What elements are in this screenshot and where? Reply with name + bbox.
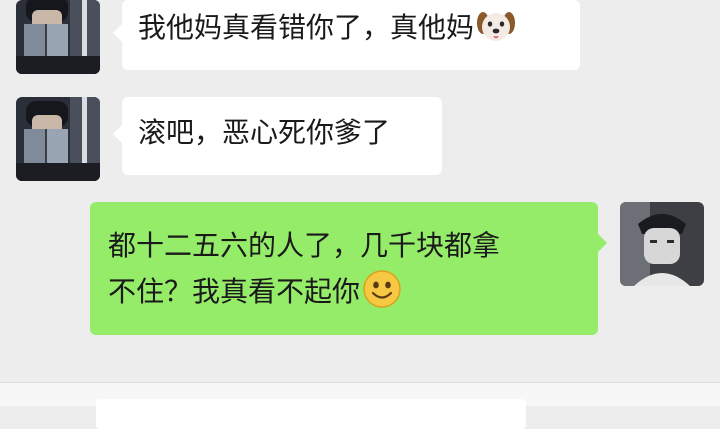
contact-avatar[interactable] xyxy=(16,0,100,74)
bubble-tail xyxy=(598,234,607,252)
message-text-line-2: 不住？我真看不起你 xyxy=(108,275,361,308)
incoming-message-bubble[interactable]: 我他妈真看错你了，真他妈 xyxy=(113,0,580,70)
outgoing-message-bubble[interactable]: 都十二五六的人了，几千块都拿 不住？我真看不起你 xyxy=(90,202,607,335)
incoming-message-bubble[interactable]: 滚吧，恶心死你爹了 xyxy=(113,97,442,175)
message-input[interactable] xyxy=(96,399,526,429)
contact-avatar[interactable] xyxy=(16,97,100,181)
message-text-line-1: 都十二五六的人了，几千块都拿 xyxy=(108,229,501,262)
smiling-face-emoji-icon xyxy=(362,269,402,323)
message-text: 滚吧，恶心死你爹了 xyxy=(138,116,391,149)
dog-face-emoji-icon xyxy=(476,9,516,59)
contact-avatar-image xyxy=(16,97,100,181)
bubble-tail xyxy=(113,125,122,143)
contact-avatar-image xyxy=(16,0,100,74)
self-avatar[interactable] xyxy=(620,202,704,286)
bubble-tail xyxy=(113,24,122,42)
message-text: 我他妈真看错你了，真他妈 xyxy=(138,11,475,44)
self-avatar-image xyxy=(620,202,704,286)
message-input-bar xyxy=(0,382,720,429)
